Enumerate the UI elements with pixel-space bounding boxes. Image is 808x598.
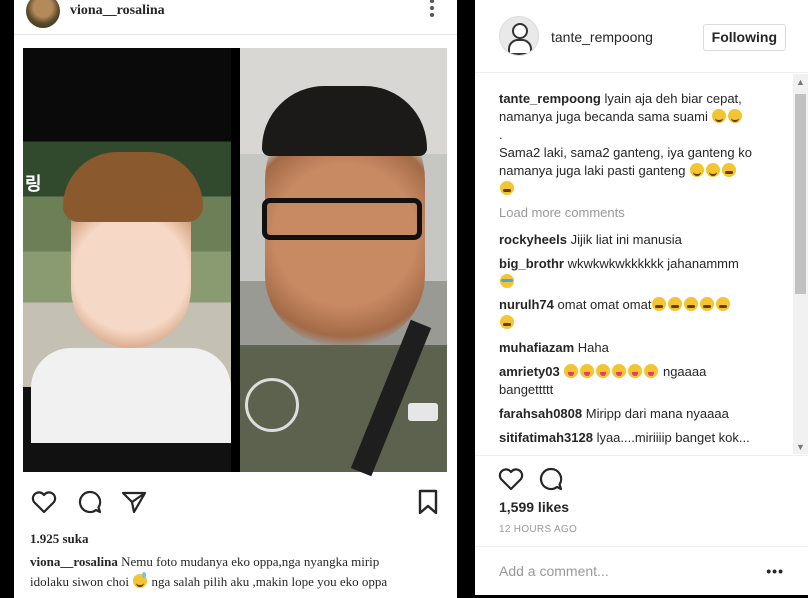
comment-username[interactable]: amriety03 — [499, 364, 560, 379]
comment-item: big_brothr wkwkwkwkkkkkk jahanammm — [499, 255, 779, 291]
scroll-up-arrow-icon[interactable]: ▲ — [796, 77, 805, 87]
heart-icon — [30, 488, 58, 516]
smile-emoji-icon — [728, 109, 743, 123]
smile-emoji-icon — [712, 109, 727, 123]
comment-username[interactable]: farahsah0808 — [499, 406, 582, 421]
tired-emoji-icon — [716, 297, 731, 311]
tired-emoji-icon — [500, 181, 514, 195]
comment-icon[interactable] — [537, 465, 565, 493]
tired-emoji-icon — [684, 297, 699, 311]
owner-comment: tante_rempoong lyain aja deh biar cepat,… — [499, 90, 779, 198]
photo-sign-text: 링 — [25, 174, 42, 194]
comment-username[interactable]: muhafiazam — [499, 340, 574, 355]
tired-emoji-icon — [700, 297, 715, 311]
more-options-icon[interactable]: ••• — [766, 563, 784, 579]
poster-avatar — [26, 0, 60, 28]
tongue-emoji-icon — [564, 364, 579, 378]
heart-icon[interactable] — [497, 465, 525, 493]
comment-item: rockyheels Jijik liat ini manusia — [499, 232, 682, 247]
tongue-emoji-icon — [612, 364, 627, 378]
tired-emoji-icon — [668, 297, 683, 311]
comment-item: amriety03 ngaaaa bangettttt — [499, 364, 707, 397]
following-button[interactable]: Following — [702, 24, 786, 51]
left-post-screenshot: viona__rosalina 링 1.925 suka viona__rosa… — [0, 0, 475, 598]
comment-icon — [76, 488, 104, 516]
caption-username: viona__rosalina — [30, 554, 118, 569]
profile-avatar[interactable] — [499, 16, 539, 56]
caption-text-2: idolaku siwon choi — [30, 574, 129, 589]
post-photo-collage: 링 — [23, 48, 447, 477]
tongue-emoji-icon — [580, 364, 595, 378]
smile-emoji-icon — [690, 163, 705, 177]
comment-item: farahsah0808 Miripp dari mana nyaaaa — [499, 406, 729, 421]
load-more-comments-link[interactable]: Load more comments — [499, 205, 625, 220]
likes-count[interactable]: 1,599 likes — [499, 499, 569, 515]
comment-username[interactable]: tante_rempoong — [499, 91, 601, 106]
scroll-down-arrow-icon[interactable]: ▼ — [796, 442, 805, 452]
post-timestamp[interactable]: 12 HOURS AGO — [499, 524, 577, 535]
bookmark-icon — [414, 488, 442, 516]
caption-text-1: Nemu foto mudanya eko oppa,nga nyangka m… — [121, 554, 380, 569]
tired-emoji-icon — [652, 297, 667, 311]
poster-username: viona__rosalina — [70, 3, 165, 18]
embedded-post-header: viona__rosalina — [14, 0, 457, 35]
comment-item: sitifatimah3128 lyaa....miriiiip banget … — [499, 430, 750, 445]
tongue-emoji-icon — [628, 364, 643, 378]
add-comment-input[interactable]: Add a comment... — [499, 563, 609, 579]
kebab-icon — [429, 0, 435, 18]
comment-item: nurulh74 omat omat omat — [499, 296, 779, 332]
caption-text-3: nga salah pilih aku ,makin lope you eko … — [151, 574, 388, 589]
panel-header: tante_rempoong Following — [475, 0, 808, 73]
comment-username[interactable]: rockyheels — [499, 232, 567, 247]
comments-list[interactable]: tante_rempoong lyain aja deh biar cepat,… — [475, 74, 793, 452]
divider — [475, 546, 808, 547]
divider — [475, 455, 808, 456]
tired-emoji-icon — [500, 315, 514, 329]
photo-right-person — [240, 48, 447, 477]
smile-emoji-icon — [706, 163, 721, 177]
scroll-thumb[interactable] — [795, 94, 806, 294]
embedded-actions-row — [14, 488, 457, 518]
tired-emoji-icon — [722, 163, 737, 177]
comment-item: muhafiazam Haha — [499, 340, 609, 355]
embedded-likes-count: 1.925 suka — [30, 531, 89, 546]
joy-emoji-icon — [500, 274, 514, 288]
comments-scrollbar[interactable]: ▲ ▼ — [793, 74, 808, 454]
embedded-post-card: viona__rosalina 링 1.925 suka viona__rosa… — [14, 0, 457, 598]
comment-panel: tante_rempoong Following tante_rempoong … — [475, 0, 808, 595]
sweat-smile-emoji-icon — [133, 572, 148, 588]
comment-username[interactable]: sitifatimah3128 — [499, 430, 593, 445]
comment-username[interactable]: nurulh74 — [499, 297, 554, 312]
embedded-caption: viona__rosalina Nemu foto mudanya eko op… — [30, 552, 450, 592]
profile-username[interactable]: tante_rempoong — [551, 29, 653, 45]
photo-left-person: 링 — [23, 48, 231, 472]
comment-username[interactable]: big_brothr — [499, 256, 564, 271]
tongue-emoji-icon — [644, 364, 659, 378]
panel-actions-row — [497, 465, 597, 493]
share-icon — [120, 488, 148, 516]
tongue-emoji-icon — [596, 364, 611, 378]
